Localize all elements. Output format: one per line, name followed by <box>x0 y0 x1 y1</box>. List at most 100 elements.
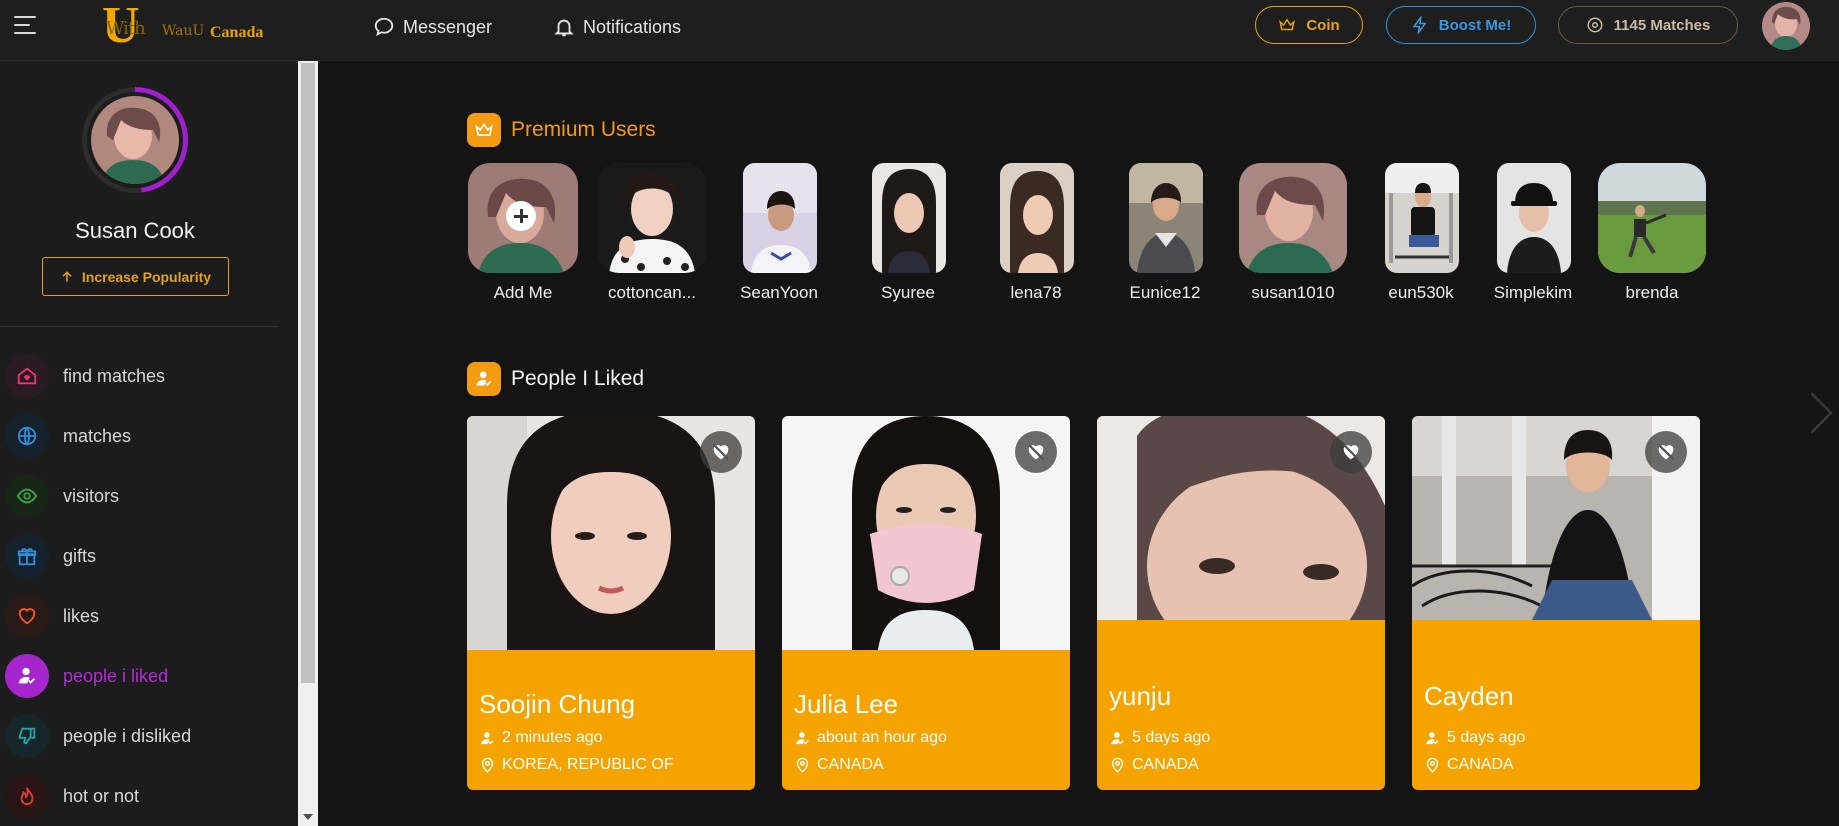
chat-bubble-icon <box>374 17 394 37</box>
lightning-icon <box>1412 16 1427 34</box>
boost-button[interactable]: Boost Me! <box>1386 6 1536 44</box>
brand-logo[interactable]: U With WauU Canada <box>102 0 272 52</box>
location-pin-icon <box>481 757 494 773</box>
sidebar-item-label: hot or not <box>63 785 140 806</box>
sidebar-item-gifts[interactable]: gifts <box>0 531 280 581</box>
eye-icon <box>5 474 49 518</box>
liked-user-location-label: CANADA <box>1132 756 1199 773</box>
liked-user-name: yunju <box>1109 681 1172 711</box>
profile-progress-ring <box>82 87 188 193</box>
dislike-heart-icon[interactable] <box>1330 431 1372 473</box>
user-check-icon <box>1111 731 1124 744</box>
sidebar-item-find-matches[interactable]: find matches <box>0 351 280 401</box>
dislike-heart-icon[interactable] <box>1645 431 1687 473</box>
liked-user-name: Julia Lee <box>794 689 899 719</box>
liked-user-photo <box>467 416 755 650</box>
brand-logo-suffix: Canada <box>210 24 264 41</box>
notifications-label: Notifications <box>583 16 682 37</box>
liked-user-card[interactable]: Soojin Chung 2 minutes ago KOREA, REPUBL… <box>467 416 755 790</box>
top-bar: U With WauU Canada Messenger Notificatio… <box>0 0 1839 61</box>
sidebar-item-visitors[interactable]: visitors <box>0 471 280 521</box>
hamburger-menu-icon[interactable] <box>14 14 36 36</box>
liked-user-time-label: 2 minutes ago <box>502 729 603 746</box>
user-check-icon <box>1426 731 1439 744</box>
notifications-link[interactable]: Notifications <box>553 15 681 39</box>
liked-user-location-label: CANADA <box>817 756 884 773</box>
sidebar-divider <box>0 326 278 327</box>
premium-user-photo <box>1129 163 1203 273</box>
liked-user-time-label: 5 days ago <box>1132 729 1211 746</box>
premium-user-photo <box>1239 163 1347 273</box>
premium-user-name: Syuree <box>881 283 935 302</box>
chevron-right-icon[interactable] <box>1808 390 1834 436</box>
sidebar-item-people-i-disliked[interactable]: people i disliked <box>0 711 280 761</box>
liked-user-card[interactable]: Julia Lee about an hour ago CANADA <box>782 416 1070 790</box>
people-liked-header: People I Liked <box>467 362 644 396</box>
sidebar-item-likes[interactable]: likes <box>0 591 280 641</box>
add-plus-icon <box>506 201 536 231</box>
sidebar-item-label: likes <box>63 605 100 626</box>
premium-users-header: Premium Users <box>467 113 656 147</box>
liked-user-card[interactable]: yunju 5 days ago CANADA <box>1097 416 1385 790</box>
globe-icon <box>5 414 49 458</box>
premium-user-name: Add Me <box>493 283 553 302</box>
crown-icon <box>467 113 501 147</box>
increase-popularity-button[interactable]: Increase Popularity <box>42 257 229 296</box>
premium-user-photo <box>1598 163 1706 273</box>
location-pin-icon <box>1426 757 1439 773</box>
liked-user-time: about an hour ago <box>794 729 947 747</box>
boost-label: Boost Me! <box>1438 16 1512 34</box>
premium-user-photo <box>597 163 707 273</box>
flame-icon <box>5 774 49 818</box>
liked-user-location-label: CANADA <box>1447 756 1514 773</box>
liked-user-card[interactable]: Cayden 5 days ago CANADA <box>1412 416 1700 790</box>
premium-user-name: cottoncan... <box>608 283 696 302</box>
heart-icon <box>5 594 49 638</box>
liked-user-photo <box>1412 416 1700 620</box>
thumbs-down-icon <box>5 714 49 758</box>
sidebar-item-label: find matches <box>63 365 166 386</box>
sidebar-scrollbar[interactable] <box>298 61 318 826</box>
premium-user-name: Eunice12 <box>1129 283 1201 302</box>
liked-user-location-label: KOREA, REPUBLIC OF <box>502 756 674 773</box>
arrow-up-icon <box>62 270 72 282</box>
messenger-label: Messenger <box>403 16 493 37</box>
liked-user-photo <box>1097 416 1385 620</box>
liked-user-time-label: 5 days ago <box>1447 729 1526 746</box>
liked-user-photo <box>782 416 1070 650</box>
user-check-icon <box>481 731 494 744</box>
profile-photo[interactable] <box>91 96 179 184</box>
liked-user-location: CANADA <box>1424 756 1514 774</box>
user-check-icon <box>467 362 501 396</box>
liked-user-location: CANADA <box>1109 756 1199 774</box>
liked-user-time: 2 minutes ago <box>479 729 603 747</box>
scrollbar-thumb[interactable] <box>301 63 315 683</box>
sidebar-item-hot-or-not[interactable]: hot or not <box>0 771 280 821</box>
premium-user-name: Simplekim <box>1493 283 1573 302</box>
user-avatar[interactable] <box>1762 2 1810 50</box>
profile-name: Susan Cook <box>75 218 195 243</box>
premium-users-title: Premium Users <box>511 118 656 141</box>
matches-count-label: 1145 Matches <box>1613 16 1711 34</box>
people-liked-title: People I Liked <box>511 367 645 390</box>
premium-user-photo <box>743 163 817 273</box>
premium-user-photo <box>1497 163 1571 273</box>
location-pin-icon <box>796 757 809 773</box>
sidebar-item-label: people i disliked <box>63 725 192 746</box>
premium-user-name: lena78 <box>1010 283 1062 302</box>
user-check-icon <box>796 731 809 744</box>
sidebar-item-people-i-liked[interactable]: people i liked <box>0 651 280 701</box>
liked-user-time: 5 days ago <box>1424 729 1525 747</box>
bell-icon <box>554 19 574 37</box>
dislike-heart-icon[interactable] <box>1015 431 1057 473</box>
messenger-link[interactable]: Messenger <box>373 15 492 39</box>
scroll-down-arrow-icon[interactable] <box>303 814 313 820</box>
dislike-heart-icon[interactable] <box>700 431 742 473</box>
matches-count-button[interactable]: 1145 Matches <box>1558 6 1738 44</box>
coin-button[interactable]: Coin <box>1255 6 1363 44</box>
premium-user-photo <box>1000 163 1074 273</box>
sidebar-item-matches[interactable]: matches <box>0 411 280 461</box>
home-heart-icon <box>5 354 49 398</box>
sidebar-item-label: people i liked <box>63 665 169 686</box>
user-check-icon <box>5 654 49 698</box>
